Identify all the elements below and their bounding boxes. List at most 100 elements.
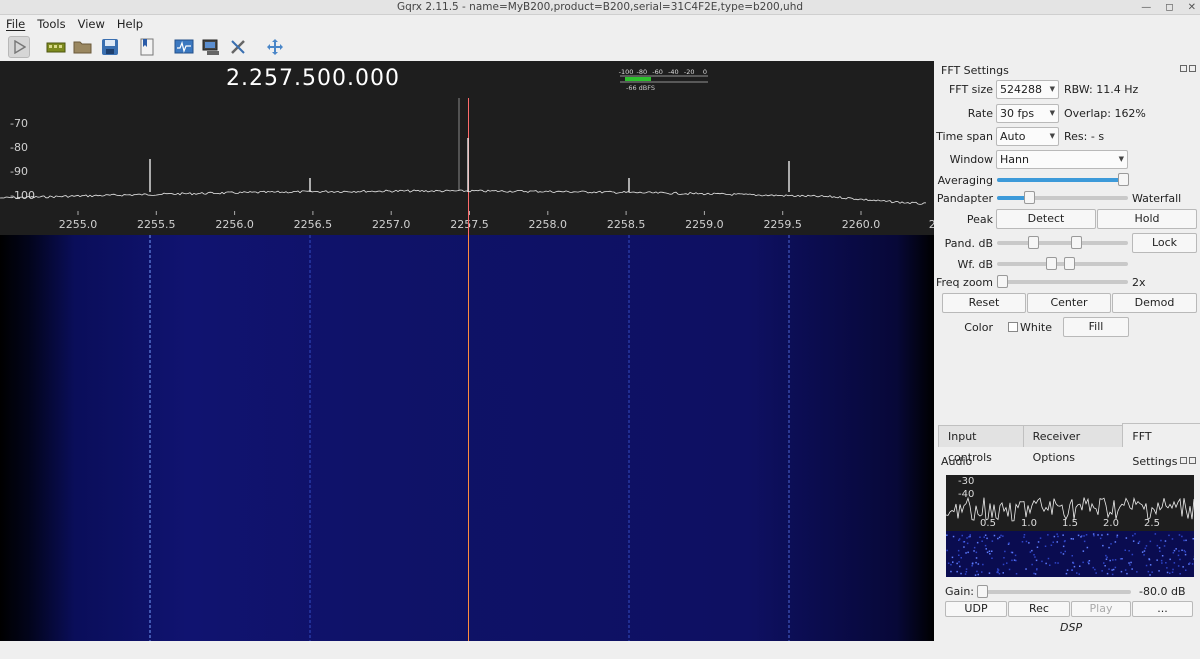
freq-zoom-label: Freq zoom (935, 276, 993, 289)
white-checkbox[interactable] (1008, 322, 1018, 332)
menu-help[interactable]: Help (117, 17, 143, 31)
more-button[interactable]: ... (1132, 601, 1193, 617)
rate-select[interactable]: 30 fps ▼ (996, 104, 1059, 123)
freq-zoom-handle[interactable] (997, 275, 1008, 288)
wf-db-slider[interactable] (997, 257, 1128, 270)
hold-button[interactable]: Hold (1097, 209, 1197, 229)
audio-waterfall-speck (1053, 535, 1056, 538)
waterfall-display[interactable] (0, 235, 934, 641)
audio-waterfall-speck (1102, 544, 1104, 547)
menu-file[interactable]: File (6, 17, 25, 31)
audio-waterfall-speck (1114, 566, 1117, 569)
audio-waterfall-speck (1101, 570, 1103, 572)
audio-x-tick: 2.0 (1103, 518, 1119, 529)
menu-view[interactable]: View (78, 17, 105, 31)
reset-button[interactable]: Reset (942, 293, 1026, 313)
remote-control-icon[interactable] (200, 36, 222, 58)
audio-waterfall-speck (964, 573, 967, 575)
save-icon[interactable] (99, 36, 121, 58)
audio-waterfall-speck (997, 537, 999, 540)
audio-waterfall-speck (1029, 551, 1032, 553)
audio-waterfall-speck (1116, 536, 1118, 538)
audio-waterfall-speck (976, 541, 979, 544)
statusbar (0, 641, 1200, 659)
audio-waterfall-speck (952, 535, 955, 538)
audio-x-tick: 0.5 (980, 518, 996, 529)
audio-waterfall-speck (1166, 567, 1168, 569)
wf-db-low-handle[interactable] (1046, 257, 1057, 270)
audio-waterfall-speck (960, 572, 962, 575)
fft-size-select[interactable]: 524288 ▼ (996, 80, 1059, 99)
float-icon[interactable] (1180, 457, 1187, 464)
audio-waterfall-speck (975, 557, 978, 559)
audio-waterfall-speck (960, 557, 962, 559)
dx-cluster-icon[interactable] (173, 36, 195, 58)
bookmark-icon[interactable] (136, 36, 158, 58)
timespan-select[interactable]: Auto ▼ (996, 127, 1059, 146)
wf-db-high-handle[interactable] (1064, 257, 1075, 270)
x-tick-label: 2257.5 (450, 218, 489, 231)
detect-button[interactable]: Detect (996, 209, 1096, 229)
minimize-icon[interactable]: — (1141, 0, 1151, 15)
open-folder-icon[interactable] (72, 36, 94, 58)
audio-waterfall-speck (1065, 572, 1068, 575)
spectrum-plot[interactable]: -70 -80 -90 -100 2255.0 2255.5 2256.0 2256.5 225… (0, 61, 934, 235)
maximize-icon[interactable]: ◻ (1165, 0, 1173, 15)
audio-waterfall-speck (1064, 550, 1066, 553)
freq-zoom-slider[interactable] (997, 275, 1128, 288)
rec-button[interactable]: Rec (1008, 601, 1070, 617)
x-tick-label: 2256.5 (294, 218, 333, 231)
udp-button[interactable]: UDP (945, 601, 1007, 617)
audio-waterfall-speck (1111, 569, 1113, 571)
play-icon[interactable] (8, 36, 30, 58)
audio-waterfall-speck (1105, 558, 1108, 560)
audio-waterfall-speck (1116, 534, 1119, 537)
center-button[interactable]: Center (1027, 293, 1111, 313)
close-icon[interactable] (1189, 65, 1196, 72)
audio-waterfall-speck (1182, 566, 1184, 568)
fullscreen-icon[interactable] (264, 36, 286, 58)
close-icon[interactable] (1189, 457, 1196, 464)
tab-fft-settings[interactable]: FFT Settings (1122, 423, 1200, 468)
fill-button[interactable]: Fill (1063, 317, 1129, 337)
audio-waterfall-speck (1008, 568, 1011, 571)
demod-button[interactable]: Demod (1112, 293, 1197, 313)
pand-db-slider[interactable] (997, 236, 1128, 249)
pandapter-handle[interactable] (1023, 191, 1035, 204)
wf-db-label: Wf. dB (957, 258, 993, 271)
audio-waterfall-speck (956, 562, 958, 565)
close-icon[interactable]: ✕ (1188, 0, 1196, 15)
audio-fft-plot[interactable]: -30 -40 0.5 1.0 1.5 2.0 2.5 (946, 475, 1194, 577)
gain-slider[interactable] (977, 585, 1131, 598)
pand-db-low-handle[interactable] (1028, 236, 1039, 249)
lock-button[interactable]: Lock (1132, 233, 1197, 253)
averaging-handle[interactable] (1118, 173, 1130, 186)
fft-size-value: 524288 (1000, 83, 1042, 96)
averaging-slider[interactable] (997, 173, 1130, 186)
audio-waterfall-speck (1088, 562, 1090, 565)
settings-icon[interactable] (227, 36, 249, 58)
menu-tools[interactable]: Tools (37, 17, 65, 31)
audio-x-tick: 1.5 (1062, 518, 1078, 529)
tab-receiver-options[interactable]: Receiver Options (1022, 425, 1124, 464)
audio-waterfall-speck (1083, 540, 1086, 543)
audio-waterfall-speck (1171, 538, 1174, 540)
x-tick-label: 2255.5 (137, 218, 176, 231)
gain-handle[interactable] (977, 585, 988, 598)
chevron-down-icon: ▼ (1049, 132, 1055, 140)
tab-input-controls[interactable]: Input controls (938, 425, 1024, 464)
audio-waterfall-speck (1047, 557, 1050, 560)
window-select[interactable]: Hann ▼ (996, 150, 1128, 169)
audio-panel: Audio -30 -40 0.5 1.0 1.5 2.0 2.5 Gain: -80.0 … (935, 451, 1200, 641)
audio-waterfall-speck (1087, 561, 1089, 563)
audio-waterfall-speck (1156, 544, 1159, 547)
audio-waterfall-speck (958, 554, 960, 556)
pandapter-waterfall-slider[interactable] (997, 191, 1128, 204)
frequency-readout[interactable]: 2.257.500.000 (226, 66, 400, 91)
audio-waterfall-speck (1103, 562, 1105, 564)
play-button[interactable]: Play (1071, 601, 1131, 617)
float-icon[interactable] (1180, 65, 1187, 72)
pand-db-high-handle[interactable] (1071, 236, 1082, 249)
audio-waterfall-speck (984, 534, 987, 536)
hardware-icon[interactable] (45, 36, 67, 58)
